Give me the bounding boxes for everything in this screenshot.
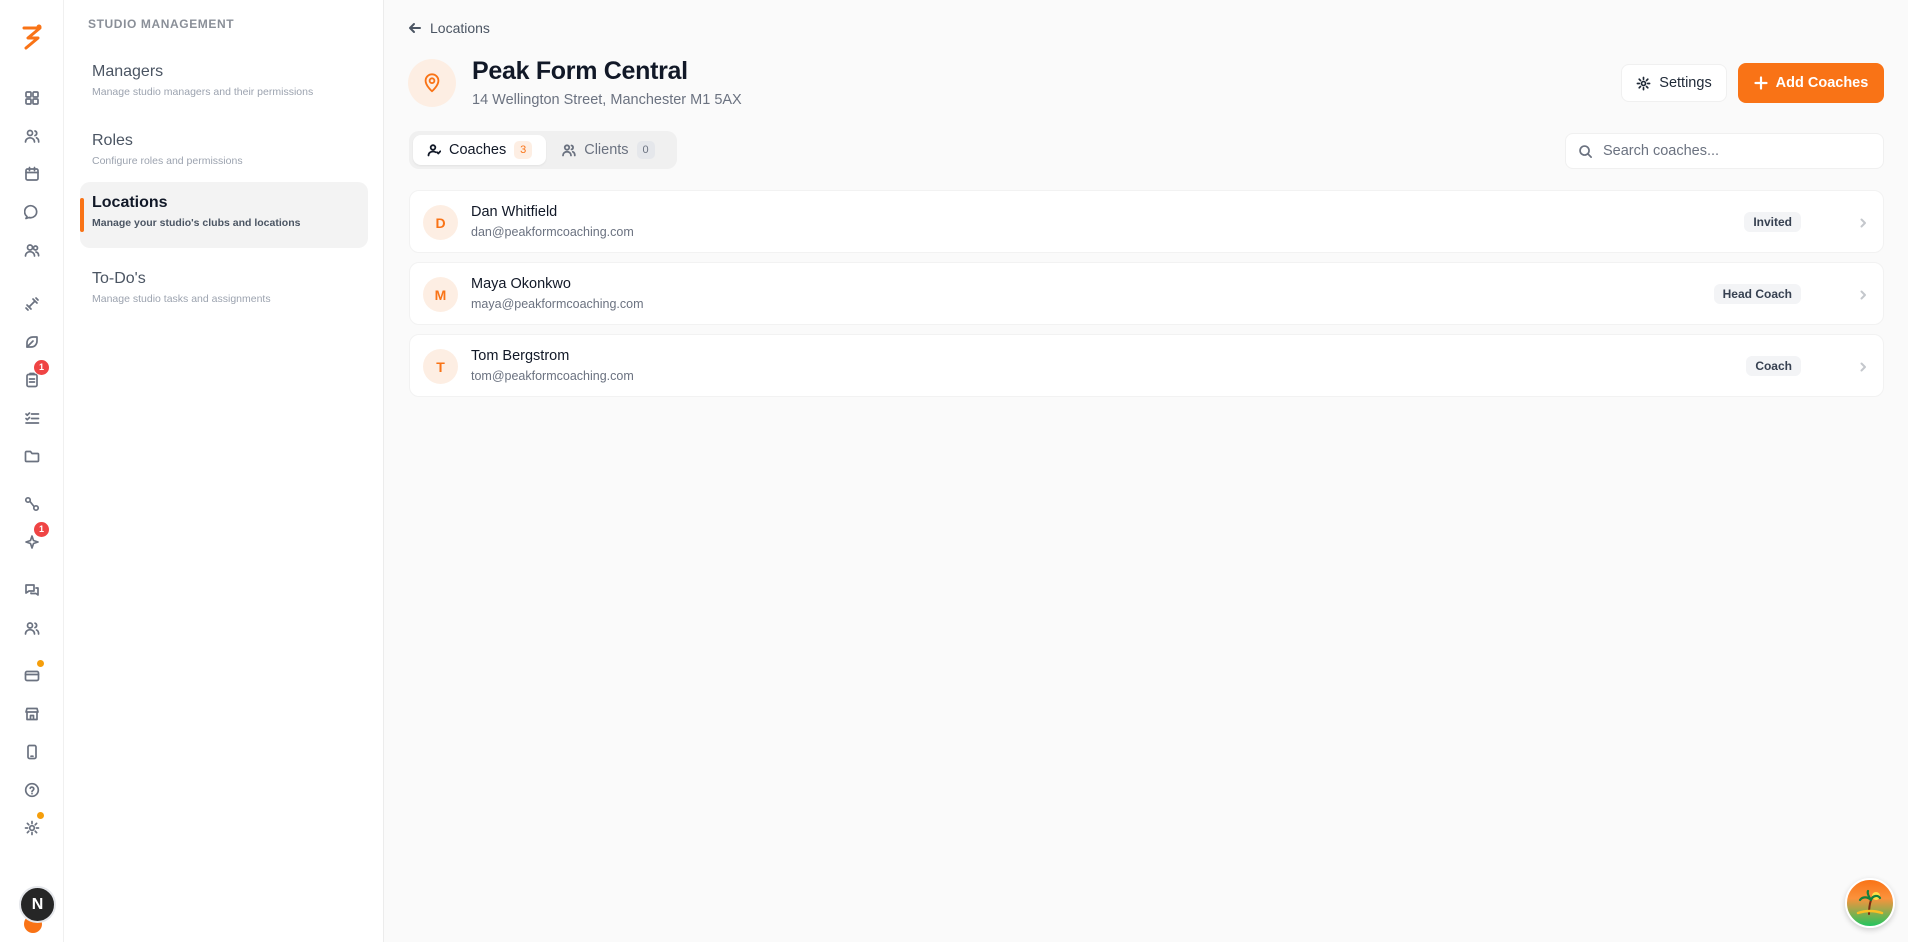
tab-count-badge: 0 xyxy=(636,141,655,159)
mobile-app-icon[interactable] xyxy=(20,740,44,764)
calendar-icon[interactable] xyxy=(20,162,44,186)
subnav-item-title: Locations xyxy=(92,194,168,211)
subnav-item-title: To-Do's xyxy=(92,270,146,287)
settings-button-label: Settings xyxy=(1659,75,1712,91)
chat-icon[interactable] xyxy=(20,200,44,224)
coach-email: tom@peakformcoaching.com xyxy=(471,369,634,383)
coach-avatar: D xyxy=(423,205,458,240)
users-icon xyxy=(562,144,576,157)
back-to-locations-link[interactable]: Locations xyxy=(408,20,490,36)
add-coaches-label: Add Coaches xyxy=(1775,75,1869,91)
user-coach-icon xyxy=(427,144,441,157)
breadcrumb-label: Locations xyxy=(430,20,490,36)
coach-avatar: T xyxy=(423,349,458,384)
coach-row[interactable]: T Tom Bergstrom tom@peakformcoaching.com… xyxy=(409,334,1884,397)
icon-rail: 1 1 N xyxy=(0,0,64,942)
sparkle-icon[interactable]: 1 xyxy=(20,522,49,554)
subnav-item-title: Roles xyxy=(92,132,133,149)
billing-icon[interactable] xyxy=(20,658,46,688)
tab-label: Coaches xyxy=(449,142,507,158)
subnav-item-managers[interactable]: Managers Manage studio managers and thei… xyxy=(80,51,368,117)
page-title: Peak Form Central xyxy=(472,57,688,85)
gear-icon xyxy=(1636,76,1651,90)
coach-name: Maya Okonkwo xyxy=(471,276,571,292)
chevron-right-icon xyxy=(1857,288,1869,300)
add-coaches-button[interactable]: Add Coaches xyxy=(1738,63,1884,103)
tab-clients[interactable]: Clients 0 xyxy=(548,135,668,165)
checklist-icon[interactable] xyxy=(20,406,44,430)
workflow-icon[interactable] xyxy=(20,492,44,516)
search-icon xyxy=(1579,144,1592,158)
plus-icon xyxy=(1754,76,1768,90)
tab-coaches[interactable]: Coaches 3 xyxy=(413,135,547,165)
coach-avatar: M xyxy=(423,277,458,312)
search-coaches-box xyxy=(1565,133,1884,169)
team-icon[interactable] xyxy=(20,238,44,262)
help-icon[interactable] xyxy=(20,778,44,802)
dashboard-icon[interactable] xyxy=(20,86,44,110)
chevron-right-icon xyxy=(1857,360,1869,372)
coach-row[interactable]: D Dan Whitfield dan@peakformcoaching.com… xyxy=(409,190,1884,253)
settings-button[interactable]: Settings xyxy=(1621,64,1727,102)
subnav-item-desc: Manage your studio's clubs and locations xyxy=(92,217,301,229)
coach-name: Tom Bergstrom xyxy=(471,348,570,364)
coach-email: maya@peakformcoaching.com xyxy=(471,297,644,311)
subnav-item-desc: Configure roles and permissions xyxy=(92,155,243,167)
nutrition-icon[interactable] xyxy=(20,330,44,354)
messages-icon[interactable] xyxy=(20,578,44,602)
subnav-section-title: STUDIO MANAGEMENT xyxy=(88,17,235,31)
location-address: 14 Wellington Street, Manchester M1 5AX xyxy=(472,92,742,108)
subnav-item-locations[interactable]: Locations Manage your studio's clubs and… xyxy=(80,182,368,248)
brand-logo-icon[interactable] xyxy=(18,22,46,50)
coach-role-badge: Head Coach xyxy=(1713,284,1801,304)
people-icon[interactable] xyxy=(20,616,44,640)
user-avatar[interactable]: N xyxy=(19,886,56,923)
main-content: Locations Peak Form Central 14 Wellingto… xyxy=(384,0,1908,942)
clients-icon[interactable] xyxy=(20,124,44,148)
coach-email: dan@peakformcoaching.com xyxy=(471,225,634,239)
subnav-item-title: Managers xyxy=(92,63,164,80)
store-icon[interactable] xyxy=(20,702,44,726)
coach-name: Dan Whitfield xyxy=(471,204,558,220)
assistant-launcher-button[interactable] xyxy=(1845,878,1895,928)
tasks-icon[interactable]: 1 xyxy=(20,360,49,392)
coach-role-badge: Coach xyxy=(1746,356,1801,376)
subnav-item-desc: Manage studio managers and their permiss… xyxy=(92,86,314,98)
studio-management-nav: STUDIO MANAGEMENT Managers Manage studio… xyxy=(64,0,384,942)
palm-tree-icon xyxy=(1856,889,1884,915)
subnav-item-todos[interactable]: To-Do's Manage studio tasks and assignme… xyxy=(80,258,368,324)
settings-icon[interactable] xyxy=(20,810,46,840)
tab-label: Clients xyxy=(584,142,629,158)
tab-count-badge: 3 xyxy=(514,141,533,159)
map-pin-icon xyxy=(408,59,456,107)
arrow-left-icon xyxy=(409,23,421,33)
tasks-notification-badge: 1 xyxy=(34,360,49,375)
workout-icon[interactable] xyxy=(20,292,44,316)
search-coaches-input[interactable] xyxy=(1603,143,1873,159)
chevron-right-icon xyxy=(1857,216,1869,228)
coaches-clients-tabs: Coaches 3 Clients 0 xyxy=(409,131,677,169)
subnav-item-roles[interactable]: Roles Configure roles and permissions xyxy=(80,120,368,186)
coach-role-badge: Invited xyxy=(1744,212,1801,232)
subnav-item-desc: Manage studio tasks and assignments xyxy=(92,293,271,305)
sparkle-notification-badge: 1 xyxy=(34,522,49,537)
settings-notice-dot xyxy=(35,810,46,821)
coach-row[interactable]: M Maya Okonkwo maya@peakformcoaching.com… xyxy=(409,262,1884,325)
folder-icon[interactable] xyxy=(20,444,44,468)
billing-notice-dot xyxy=(35,658,46,669)
